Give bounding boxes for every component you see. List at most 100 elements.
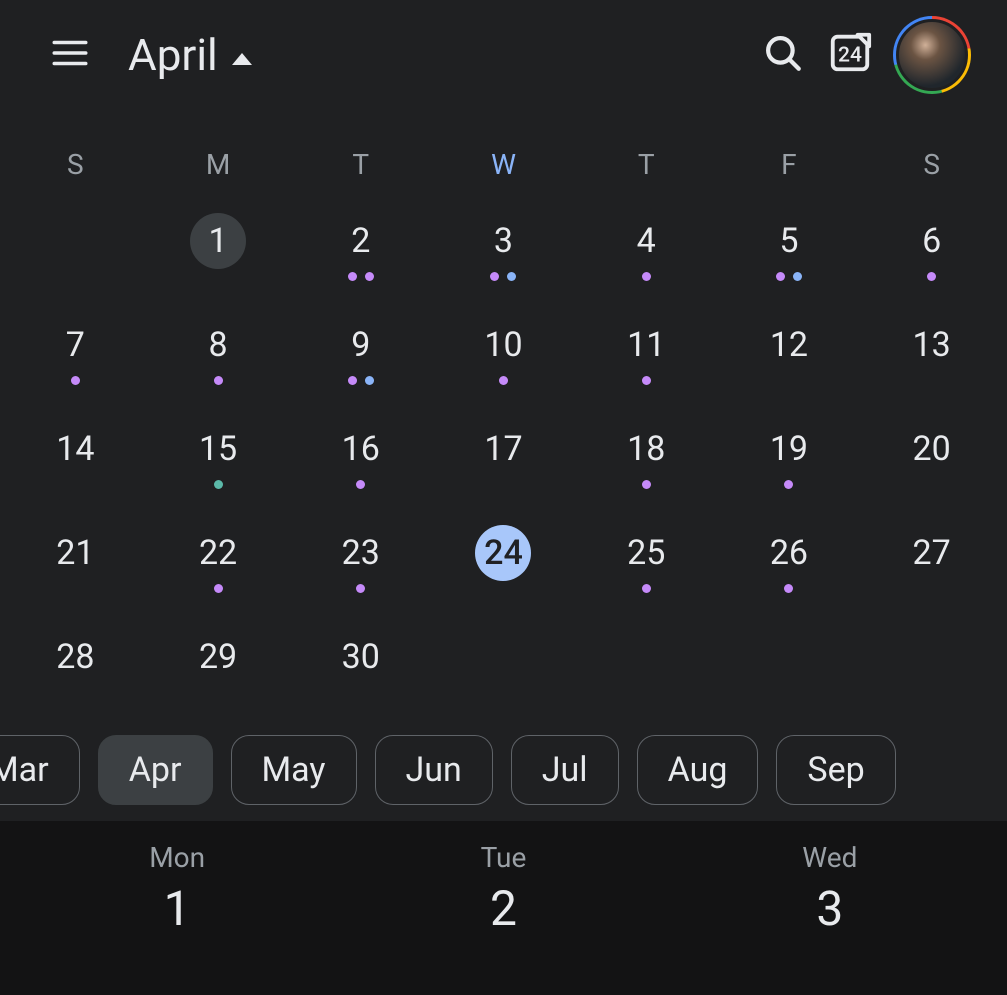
agenda-day[interactable]: Tue2: [340, 841, 666, 995]
day-cell: [4, 195, 147, 299]
day-cell[interactable]: 22: [147, 507, 290, 611]
event-dot: [642, 584, 651, 593]
weekday-label: M: [147, 148, 290, 181]
day-number: 13: [904, 317, 960, 373]
event-dots: [348, 375, 374, 385]
month-picker[interactable]: April: [128, 29, 252, 81]
day-cell[interactable]: 4: [575, 195, 718, 299]
month-chip[interactable]: Aug: [637, 735, 759, 805]
day-number: 7: [47, 317, 103, 373]
day-number: 4: [618, 213, 674, 269]
day-number: 5: [761, 213, 817, 269]
day-cell: [860, 611, 1003, 715]
day-cell[interactable]: 6: [860, 195, 1003, 299]
search-icon: [762, 32, 804, 78]
event-dot: [927, 272, 936, 281]
day-cell[interactable]: 3: [432, 195, 575, 299]
day-cell[interactable]: 10: [432, 299, 575, 403]
day-number: 10: [475, 317, 531, 373]
search-button[interactable]: [749, 21, 817, 89]
event-dot: [490, 272, 499, 281]
day-cell[interactable]: 18: [575, 403, 718, 507]
day-cell[interactable]: 5: [718, 195, 861, 299]
day-cell[interactable]: 30: [289, 611, 432, 715]
day-cell[interactable]: 2: [289, 195, 432, 299]
event-dots: [642, 583, 651, 593]
event-dot: [507, 272, 516, 281]
event-dots: [642, 271, 651, 281]
agenda-weekday: Mon: [149, 841, 205, 874]
day-cell[interactable]: 14: [4, 403, 147, 507]
month-chip[interactable]: Jul: [511, 735, 619, 805]
weekday-label: T: [289, 148, 432, 181]
event-dot: [642, 376, 651, 385]
day-cell[interactable]: 17: [432, 403, 575, 507]
day-cell: [718, 611, 861, 715]
day-number: 14: [47, 421, 103, 477]
day-number: 3: [475, 213, 531, 269]
day-number: [47, 213, 103, 269]
day-number: 28: [47, 629, 103, 685]
event-dots: [927, 271, 936, 281]
svg-text:24: 24: [838, 43, 862, 68]
day-cell[interactable]: 29: [147, 611, 290, 715]
dropdown-caret-icon: [232, 53, 252, 65]
event-dot: [642, 480, 651, 489]
weekday-label: W: [432, 148, 575, 181]
month-chip[interactable]: Sep: [776, 735, 895, 805]
event-dot: [348, 376, 357, 385]
day-cell[interactable]: 19: [718, 403, 861, 507]
day-cell[interactable]: 11: [575, 299, 718, 403]
today-button[interactable]: 24: [827, 21, 873, 89]
account-avatar[interactable]: [893, 16, 971, 94]
month-chip[interactable]: Jun: [375, 735, 493, 805]
event-dots: [642, 479, 651, 489]
day-number: 26: [761, 525, 817, 581]
month-grid: 1234567891011121314151617181920212223242…: [0, 195, 1007, 715]
day-cell[interactable]: 12: [718, 299, 861, 403]
month-chip[interactable]: May: [231, 735, 357, 805]
month-chip[interactable]: Mar: [0, 735, 80, 805]
event-dots: [214, 479, 223, 489]
event-dot: [642, 272, 651, 281]
day-cell[interactable]: 16: [289, 403, 432, 507]
day-cell: [432, 611, 575, 715]
day-number: 19: [761, 421, 817, 477]
calendar-today-icon: 24: [827, 29, 873, 81]
agenda-day[interactable]: Wed3: [667, 841, 993, 995]
day-number: [475, 629, 531, 685]
day-cell[interactable]: 24: [432, 507, 575, 611]
day-cell[interactable]: 26: [718, 507, 861, 611]
day-cell[interactable]: 27: [860, 507, 1003, 611]
month-chip[interactable]: Apr: [98, 735, 213, 805]
month-chip-scroller[interactable]: Mar Apr May Jun Jul AugSep: [0, 719, 1007, 821]
menu-button[interactable]: [36, 21, 104, 89]
avatar-image: [896, 19, 968, 91]
day-cell[interactable]: 23: [289, 507, 432, 611]
day-cell[interactable]: 21: [4, 507, 147, 611]
day-cell[interactable]: 13: [860, 299, 1003, 403]
event-dot: [776, 272, 785, 281]
agenda-day[interactable]: Mon 1: [14, 841, 340, 995]
day-number: 23: [333, 525, 389, 581]
event-dot: [71, 376, 80, 385]
weekday-label: S: [4, 148, 147, 181]
day-cell[interactable]: 8: [147, 299, 290, 403]
event-dot: [365, 376, 374, 385]
day-cell: [575, 611, 718, 715]
day-number: [761, 629, 817, 685]
day-cell[interactable]: 7: [4, 299, 147, 403]
weekday-label: T: [575, 148, 718, 181]
day-cell[interactable]: 1: [147, 195, 290, 299]
event-dot: [348, 272, 357, 281]
day-cell[interactable]: 25: [575, 507, 718, 611]
event-dot: [214, 584, 223, 593]
day-cell[interactable]: 15: [147, 403, 290, 507]
day-cell[interactable]: 20: [860, 403, 1003, 507]
day-number: 17: [475, 421, 531, 477]
day-number: 30: [333, 629, 389, 685]
day-number: 24: [475, 525, 531, 581]
agenda-date: 1: [164, 880, 191, 937]
day-cell[interactable]: 9: [289, 299, 432, 403]
day-cell[interactable]: 28: [4, 611, 147, 715]
